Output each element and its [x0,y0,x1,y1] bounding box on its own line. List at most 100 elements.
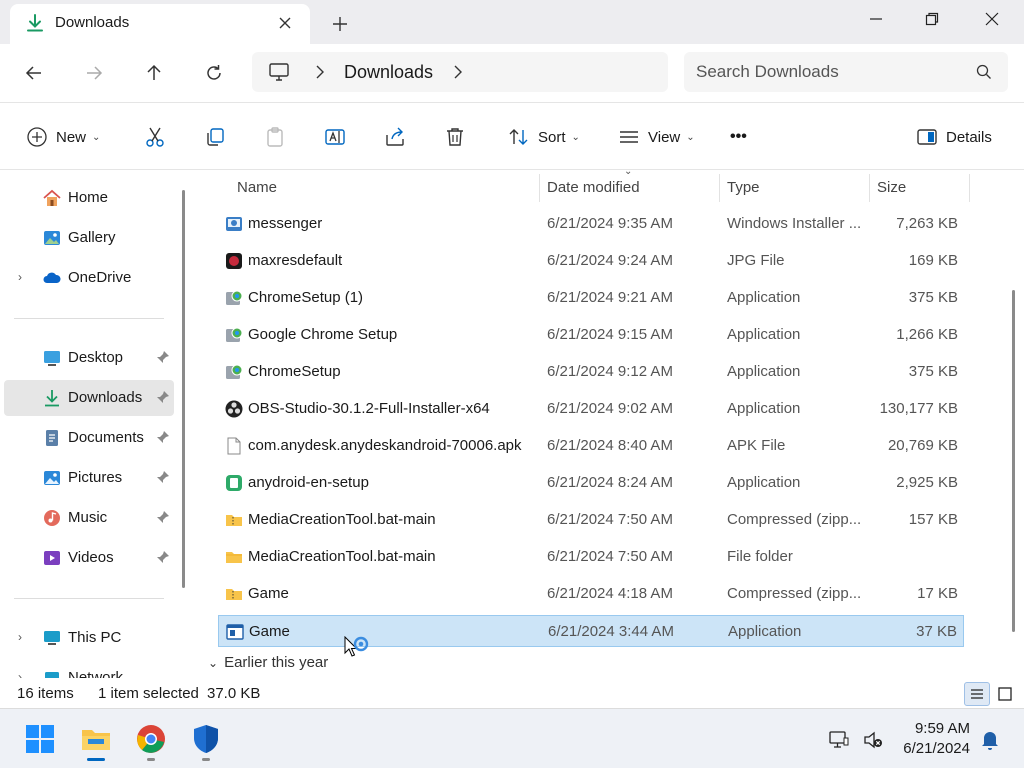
sidebar-scrollbar[interactable] [182,190,185,588]
pin-icon[interactable] [156,350,170,364]
speaker-muted-icon[interactable] [862,729,884,751]
sidebar-item-downloads[interactable]: Downloads [4,380,174,416]
refresh-button[interactable] [199,58,229,88]
minimize-button[interactable] [858,6,894,32]
sort-icon [509,129,528,145]
sidebar-item-label: Network [68,669,124,678]
file-row[interactable]: messenger 6/21/2024 9:35 AM Windows Inst… [218,208,964,240]
sidebar-item-documents[interactable]: Documents [4,420,174,456]
up-button[interactable] [139,58,169,88]
restore-button[interactable] [914,6,950,32]
trash-icon [447,128,463,146]
documents-icon [46,430,58,446]
file-row-selected[interactable]: Game 6/21/2024 3:44 AM Application 37 KB [218,615,964,647]
sidebar-item-onedrive[interactable]: › OneDrive [4,260,174,296]
more-options-button[interactable]: ••• [730,123,747,151]
desktop-icon [44,351,60,366]
share-icon [386,127,404,146]
new-button[interactable]: New ⌄ [26,123,100,151]
sidebar-item-label: Videos [68,549,114,566]
music-icon [44,510,60,526]
file-row[interactable]: ChromeSetup 6/21/2024 9:12 AM Applicatio… [218,356,964,388]
tiles-view-toggle[interactable] [992,682,1018,706]
taskbar-defender[interactable] [186,719,226,759]
forward-button[interactable] [79,58,109,88]
close-window-button[interactable] [974,6,1010,32]
view-button[interactable]: View ⌄ [618,123,695,151]
column-header-name[interactable]: Name [237,179,277,196]
file-row[interactable]: com.anydesk.anydeskandroid-70006.apk 6/2… [218,430,964,462]
column-separator[interactable] [539,174,540,202]
file-list-scrollbar[interactable] [1012,290,1015,632]
file-row[interactable]: Game 6/21/2024 4:18 AM Compressed (zipp.… [218,578,964,610]
delete-button[interactable] [444,123,466,151]
column-separator[interactable] [869,174,870,202]
chevron-right-icon[interactable] [314,64,326,80]
close-tab-icon[interactable] [274,12,296,34]
address-location[interactable]: Downloads [344,62,433,83]
cut-button[interactable] [144,123,166,151]
sidebar-item-label: Gallery [68,229,116,246]
pin-icon[interactable] [156,550,170,564]
search-input[interactable] [696,60,966,84]
file-row[interactable]: ChromeSetup (1) 6/21/2024 9:21 AM Applic… [218,282,964,314]
tiles-view-icon [998,687,1012,701]
paste-button[interactable] [264,123,286,151]
copy-icon [207,128,224,146]
column-header-date[interactable]: Date modified [547,179,640,196]
sidebar-item-label: Home [68,189,109,206]
plus-circle-icon [27,127,47,147]
details-button[interactable]: Details [916,123,992,151]
pin-icon[interactable] [156,390,170,404]
column-separator[interactable] [719,174,720,202]
sidebar-item-gallery[interactable]: Gallery [4,220,174,256]
taskbar-chrome[interactable] [131,719,171,759]
copy-button[interactable] [204,123,226,151]
busy-cursor-icon [344,636,369,657]
file-row[interactable]: anydroid-en-setup 6/21/2024 8:24 AM Appl… [218,467,964,499]
file-row[interactable]: MediaCreationTool.bat-main 6/21/2024 7:5… [218,541,964,573]
sidebar-item-home[interactable]: Home [4,180,174,216]
sort-button[interactable]: Sort ⌄ [508,123,580,151]
system-clock[interactable]: 9:59 AM 6/21/2024 [896,719,970,759]
notification-bell-icon[interactable] [980,729,1000,751]
sidebar-divider [14,598,164,599]
file-row[interactable]: Google Chrome Setup 6/21/2024 9:15 AM Ap… [218,319,964,351]
chevron-right-icon[interactable]: › [18,630,22,644]
back-button[interactable] [19,58,49,88]
sidebar-item-label: OneDrive [68,269,132,286]
column-header-type[interactable]: Type [727,179,760,196]
sidebar-item-this-pc[interactable]: › This PC [4,620,174,656]
group-header-earlier-this-year[interactable]: ⌄ Earlier this year [208,654,328,671]
column-separator[interactable] [969,174,970,202]
share-button[interactable] [384,123,406,151]
rename-button[interactable] [324,123,346,151]
taskbar-file-explorer[interactable] [76,719,116,759]
column-header-row: Name Date modified Type Size [196,170,1024,204]
chevron-right-icon[interactable] [452,64,464,80]
sidebar-item-pictures[interactable]: Pictures [4,460,174,496]
sidebar-item-network[interactable]: › Network [4,660,174,678]
file-row[interactable]: maxresdefault 6/21/2024 9:24 AM JPG File… [218,245,964,277]
pin-icon[interactable] [156,470,170,484]
pin-icon[interactable] [156,430,170,444]
address-bar[interactable]: Downloads [252,52,668,92]
sidebar-item-desktop[interactable]: Desktop [4,340,174,376]
view-label: View [648,128,681,146]
details-view-toggle[interactable] [964,682,990,706]
chevron-right-icon[interactable]: › [18,670,22,678]
chevron-right-icon[interactable]: › [18,270,22,284]
start-button[interactable] [20,719,60,759]
pin-icon[interactable] [156,510,170,524]
file-row[interactable]: OBS-Studio-30.1.2-Full-Installer-x64 6/2… [218,393,964,425]
forward-arrow-icon [87,66,103,80]
new-tab-icon[interactable] [328,12,352,36]
file-row[interactable]: MediaCreationTool.bat-main 6/21/2024 7:5… [218,504,964,536]
sidebar-item-music[interactable]: Music [4,500,174,536]
monitor-network-icon[interactable] [828,729,850,751]
sidebar-item-videos[interactable]: Videos [4,540,174,576]
search-icon[interactable] [975,63,993,81]
tab-downloads[interactable]: Downloads [10,4,310,44]
column-header-size[interactable]: Size [877,179,906,196]
search-box[interactable] [684,52,1008,92]
